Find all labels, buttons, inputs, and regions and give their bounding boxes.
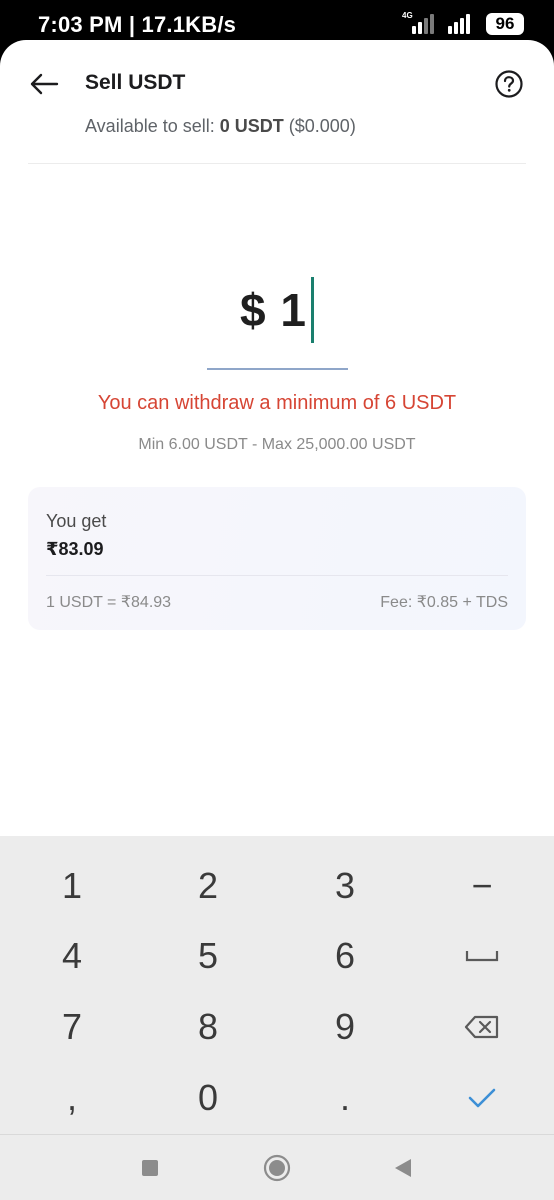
amount-value: $ 1 — [240, 284, 307, 336]
cell-signal-icon — [444, 13, 476, 35]
key-period[interactable]: . — [276, 1062, 414, 1134]
battery-indicator: 96 — [486, 13, 524, 35]
arrow-left-icon — [30, 73, 59, 95]
back-triangle-icon — [395, 1159, 411, 1177]
home-circle-icon — [263, 1154, 291, 1182]
network-type: 4G — [402, 11, 413, 20]
you-get-label: You get — [46, 511, 107, 531]
key-8[interactable]: 8 — [139, 991, 277, 1063]
fee-text: Fee: ₹0.85 + TDS — [380, 594, 508, 611]
available-to-sell: Available to sell: 0 USDT ($0.000) — [85, 116, 356, 137]
available-label: Available to sell: — [85, 116, 220, 136]
header-divider — [28, 163, 526, 164]
exchange-rate: 1 USDT = ₹84.93 — [46, 594, 172, 611]
key-4[interactable]: 4 — [3, 920, 141, 992]
available-open-paren: ( — [283, 116, 295, 136]
key-backspace[interactable] — [413, 991, 551, 1063]
page-title: Sell USDT — [85, 71, 186, 94]
limits-text: Min 6.00 USDT - Max 25,000.00 USDT — [138, 436, 416, 453]
amount-input[interactable]: $ 1 — [0, 277, 554, 343]
key-0[interactable]: 0 — [139, 1062, 277, 1134]
key-done[interactable] — [413, 1062, 551, 1134]
key-space[interactable] — [413, 920, 551, 992]
key-9[interactable]: 9 — [276, 991, 414, 1063]
available-fiat: $0.000 — [294, 116, 350, 136]
backspace-icon — [464, 1015, 499, 1039]
system-nav-bar — [0, 1134, 554, 1200]
you-get-value: ₹83.09 — [46, 539, 104, 559]
available-close-paren: ) — [349, 116, 356, 136]
recents-button[interactable] — [135, 1153, 165, 1183]
checkmark-icon — [468, 1088, 496, 1108]
recents-square-icon — [142, 1160, 158, 1176]
cell-signal-4g-icon: 4G — [402, 11, 434, 35]
space-bar-icon — [465, 951, 499, 962]
key-1[interactable]: 1 — [3, 850, 141, 922]
sell-sheet: Sell USDT Available to sell: 0 USDT ($0.… — [0, 40, 554, 836]
numeric-keypad: 1 2 3 − 4 5 6 7 8 9 , 0 . — [0, 836, 554, 1134]
nav-back-button[interactable] — [388, 1153, 418, 1183]
available-amount: 0 USDT — [219, 116, 284, 136]
key-5[interactable]: 5 — [139, 920, 277, 992]
key-2[interactable]: 2 — [139, 850, 277, 922]
question-circle-icon — [495, 70, 523, 98]
back-button[interactable] — [26, 66, 62, 102]
text-cursor — [310, 277, 314, 343]
status-icons: 4G 96 — [402, 11, 524, 36]
key-comma[interactable]: , — [3, 1062, 141, 1134]
key-minus[interactable]: − — [413, 850, 551, 922]
card-divider — [46, 575, 508, 576]
help-button[interactable] — [494, 69, 524, 99]
key-6[interactable]: 6 — [276, 920, 414, 992]
home-button[interactable] — [262, 1153, 292, 1183]
error-message: You can withdraw a minimum of 6 USDT — [97, 392, 457, 414]
key-7[interactable]: 7 — [3, 991, 141, 1063]
status-time-speed: 7:03 PM | 17.1KB/s — [38, 12, 237, 37]
receive-card: You get ₹83.09 1 USDT = ₹84.93 Fee: ₹0.8… — [28, 487, 526, 630]
key-3[interactable]: 3 — [276, 850, 414, 922]
amount-underline — [207, 368, 348, 370]
